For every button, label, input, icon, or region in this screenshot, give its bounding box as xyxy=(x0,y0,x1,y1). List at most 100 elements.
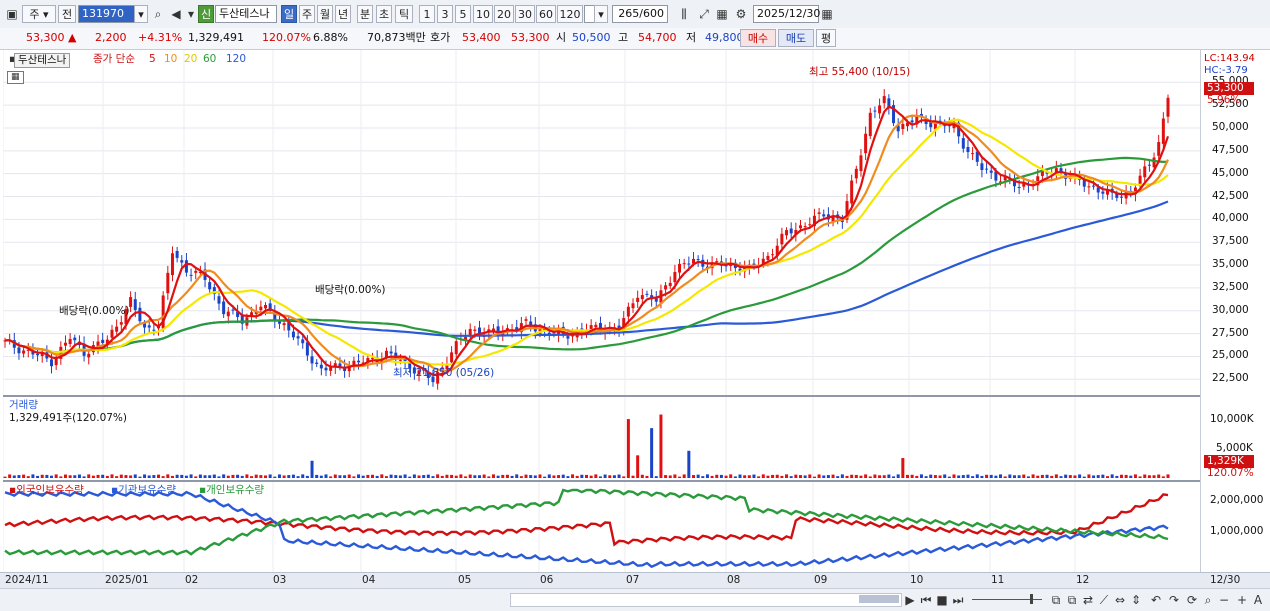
calendar-icon[interactable]: ▦ xyxy=(819,6,835,22)
period-week-tab[interactable]: 주 xyxy=(299,5,315,23)
volume-bar xyxy=(678,476,682,478)
horizontal-scrollbar[interactable] xyxy=(510,593,902,607)
candle-body xyxy=(73,337,77,341)
period-month-tab[interactable]: 월 xyxy=(317,5,333,23)
scroll-thumb[interactable] xyxy=(859,595,899,603)
volume-bar xyxy=(259,475,263,478)
volume-bar xyxy=(1152,475,1156,478)
candle-icon[interactable]: ⫼ xyxy=(676,6,692,22)
buy-button[interactable]: 매수 xyxy=(740,29,776,47)
period-year-tab[interactable]: 년 xyxy=(335,5,351,23)
compare-icon[interactable]: ⇄ xyxy=(1080,592,1096,608)
overlay-icon[interactable]: ⧉ xyxy=(1064,592,1080,608)
period-tick-tab[interactable]: 틱 xyxy=(395,5,413,23)
volume-bar xyxy=(1119,474,1123,478)
step-3-button[interactable]: 3 xyxy=(437,5,453,23)
period-minute-tab[interactable]: 분 xyxy=(357,5,373,23)
step-1-button[interactable]: 1 xyxy=(419,5,435,23)
candle-body xyxy=(175,250,179,258)
count-input[interactable]: 265/600 xyxy=(612,5,668,23)
volume-bar xyxy=(985,474,989,478)
step-60-button[interactable]: 60 xyxy=(536,5,556,23)
volume-bar xyxy=(557,475,561,478)
step-10-button[interactable]: 10 xyxy=(473,5,493,23)
amount-value: 70,873백만 xyxy=(367,31,426,44)
candle-body xyxy=(110,329,114,338)
date-input[interactable]: 2025/12/30 xyxy=(753,5,820,23)
gear-icon[interactable]: ⚙ xyxy=(733,6,749,22)
zoom-out-icon[interactable]: − xyxy=(1216,592,1232,608)
layout-icon[interactable]: ▣ xyxy=(4,6,20,22)
y-tick-label: 35,000 xyxy=(1212,258,1249,271)
period-day-tab[interactable]: 일 xyxy=(281,5,297,23)
period-second-tab[interactable]: 초 xyxy=(376,5,392,23)
period-type-select[interactable]: 주 ▾ xyxy=(22,5,56,23)
grid-icon[interactable]: ▦ xyxy=(714,6,730,22)
chart-canvas[interactable] xyxy=(3,50,1200,572)
prev-button[interactable]: 전 xyxy=(58,5,76,23)
y-tick-label: 25,000 xyxy=(1212,349,1249,362)
volume-bar xyxy=(366,474,370,478)
candle-body xyxy=(222,301,226,315)
volume-bar xyxy=(743,475,747,478)
volume-bar xyxy=(394,475,398,478)
low-value: 49,800 xyxy=(705,31,744,44)
volume-bar xyxy=(766,475,770,478)
step-30-button[interactable]: 30 xyxy=(515,5,535,23)
fit-icon[interactable]: ⇔ xyxy=(1112,592,1128,608)
volume-bar xyxy=(422,475,426,478)
custom-step-dropdown[interactable]: ▾ xyxy=(594,5,608,23)
volume-bar xyxy=(157,474,161,478)
code-dropdown-button[interactable]: ▾ xyxy=(134,5,148,23)
stock-name-field[interactable]: 두산테스나 xyxy=(215,5,277,23)
stop-icon[interactable]: ■ xyxy=(934,592,950,608)
zoom-in-icon[interactable]: + xyxy=(1234,592,1250,608)
font-size-icon[interactable]: A xyxy=(1250,592,1266,608)
volume-bar xyxy=(268,474,272,478)
volume-bar xyxy=(966,474,970,478)
volume-bar xyxy=(789,476,793,478)
refresh-icon[interactable]: ⟳ xyxy=(1184,592,1200,608)
play-icon[interactable]: ▶ xyxy=(902,592,918,608)
zoom-icon[interactable]: ⌕ xyxy=(1200,592,1216,608)
volume-bar xyxy=(673,474,677,478)
volume-bar xyxy=(924,476,928,478)
redo-icon[interactable]: ↷ xyxy=(1166,592,1182,608)
volume-bar xyxy=(161,476,165,478)
candle-body xyxy=(645,293,649,295)
volume-bar xyxy=(603,474,607,478)
volume-bar xyxy=(738,474,742,478)
fit-vertical-icon[interactable]: ⇕ xyxy=(1128,592,1144,608)
trend-icon[interactable]: ⤢ xyxy=(696,6,712,22)
legend-institution: ▪기관보유수량 xyxy=(111,484,177,496)
line-tool-icon[interactable]: ⟋ xyxy=(1096,592,1112,608)
step-5-button[interactable]: 5 xyxy=(455,5,471,23)
undo-icon[interactable]: ↶ xyxy=(1148,592,1164,608)
candle-body xyxy=(966,147,970,153)
volume-bar xyxy=(910,474,914,478)
bid-value: 53,300 xyxy=(511,31,550,44)
volume-bar xyxy=(184,475,188,478)
step-120-button[interactable]: 120 xyxy=(557,5,583,23)
volume-bar xyxy=(947,476,951,478)
table-icon[interactable]: ▦ xyxy=(7,71,24,84)
copy-icon[interactable]: ⧉ xyxy=(1048,592,1064,608)
speaker-icon[interactable]: ◀ xyxy=(168,6,184,22)
legend-individual: ▪개인보유수량 xyxy=(199,484,265,496)
volume-bar xyxy=(1078,474,1082,478)
rewind-icon[interactable]: ⏮ xyxy=(918,592,934,608)
search-icon[interactable]: ⌕ xyxy=(150,6,166,22)
candle-body xyxy=(87,353,91,358)
volume-bar xyxy=(319,475,323,478)
step-20-button[interactable]: 20 xyxy=(494,5,514,23)
volume-bar xyxy=(733,476,737,478)
low-label: 저 xyxy=(686,31,697,44)
sell-button[interactable]: 매도 xyxy=(778,29,814,47)
volume-bar xyxy=(468,474,472,478)
chevron-down-icon[interactable]: ▾ xyxy=(183,6,199,22)
fast-forward-icon[interactable]: ⏭ xyxy=(950,592,966,608)
stock-code-input[interactable]: 131970 xyxy=(78,5,136,23)
zoom-slider-handle[interactable] xyxy=(1030,594,1033,604)
eval-button[interactable]: 평 xyxy=(816,29,836,47)
volume-bar xyxy=(561,474,565,478)
